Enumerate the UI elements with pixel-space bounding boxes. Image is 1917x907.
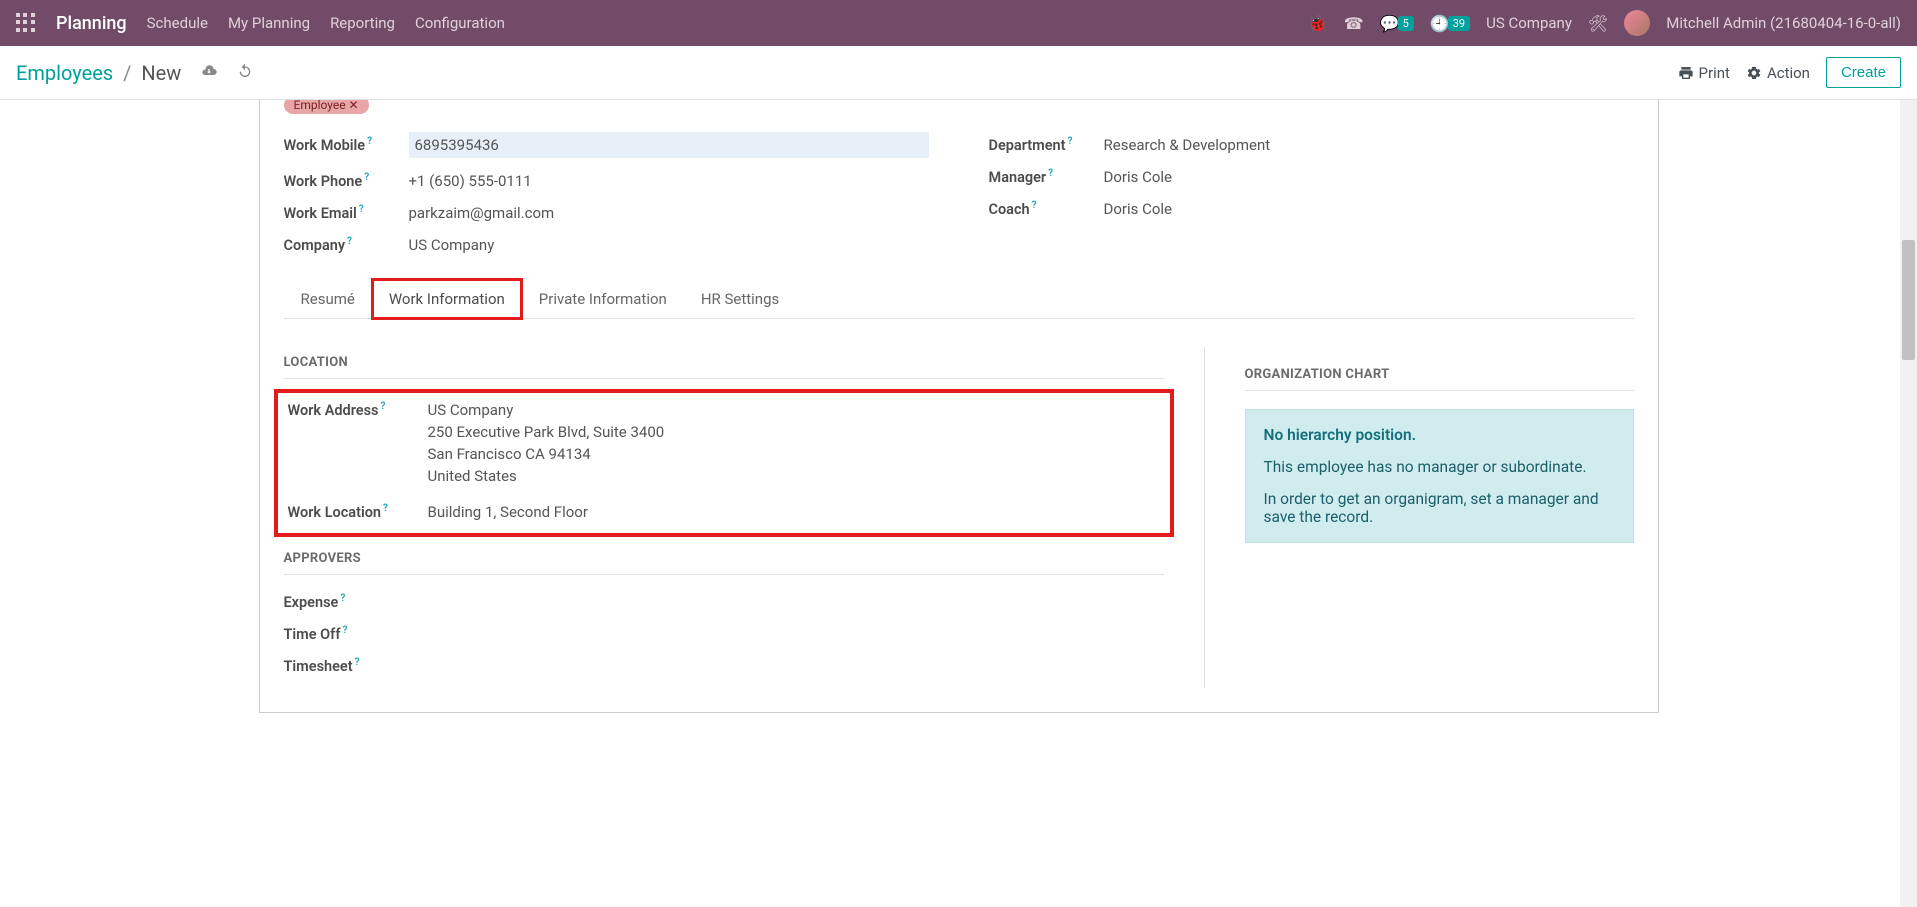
help-icon[interactable]: ?: [381, 401, 386, 412]
coach-value[interactable]: Doris Cole: [1104, 200, 1634, 218]
work-mobile-label: Work Mobile?: [284, 136, 409, 154]
nav-schedule[interactable]: Schedule: [147, 14, 208, 32]
tab-hr-settings[interactable]: HR Settings: [684, 279, 796, 319]
company-label: Company?: [284, 236, 409, 254]
help-icon[interactable]: ?: [340, 593, 345, 604]
help-icon[interactable]: ?: [355, 657, 360, 668]
work-phone-value[interactable]: +1 (650) 555-0111: [409, 172, 929, 190]
org-chart-info: No hierarchy position. This employee has…: [1245, 409, 1634, 543]
help-icon[interactable]: ?: [343, 625, 348, 636]
tools-icon[interactable]: 🛠: [1588, 14, 1608, 33]
apps-icon[interactable]: [16, 13, 36, 33]
coach-label: Coach?: [989, 200, 1104, 218]
manager-value[interactable]: Doris Cole: [1104, 168, 1634, 186]
work-email-value[interactable]: parkzaim@gmail.com: [409, 204, 929, 222]
timesheet-label: Timesheet?: [284, 657, 409, 675]
work-location-value[interactable]: Building 1, Second Floor: [428, 503, 1160, 521]
tab-resume[interactable]: Resumé: [284, 279, 372, 319]
scrollbar-thumb[interactable]: [1902, 240, 1915, 360]
tab-private-information[interactable]: Private Information: [522, 279, 684, 319]
gear-icon: [1746, 65, 1762, 81]
create-button[interactable]: Create: [1826, 57, 1901, 88]
nav-reporting[interactable]: Reporting: [330, 14, 395, 32]
support-icon[interactable]: ☎: [1344, 14, 1364, 33]
clock-badge: 39: [1448, 16, 1470, 31]
company-value[interactable]: US Company: [409, 236, 929, 254]
help-icon[interactable]: ?: [347, 236, 352, 247]
breadcrumb-parent[interactable]: Employees: [16, 61, 113, 85]
help-icon[interactable]: ?: [1032, 200, 1037, 211]
print-button[interactable]: Print: [1678, 64, 1730, 82]
work-phone-label: Work Phone?: [284, 172, 409, 190]
department-label: Department?: [989, 136, 1104, 154]
top-nav: Planning Schedule My Planning Reporting …: [0, 0, 1917, 46]
employee-pill[interactable]: Employee ✕: [284, 100, 369, 114]
company-switcher[interactable]: US Company: [1486, 14, 1572, 32]
nav-brand[interactable]: Planning: [56, 13, 127, 34]
section-approvers: APPROVERS: [284, 551, 1164, 575]
scrollbar[interactable]: [1900, 100, 1917, 907]
help-icon[interactable]: ?: [1048, 168, 1053, 179]
messages-badge: 5: [1398, 16, 1414, 31]
cloud-save-icon[interactable]: [201, 63, 217, 83]
user-menu[interactable]: Mitchell Admin (21680404-16-0-all): [1666, 14, 1901, 32]
help-icon[interactable]: ?: [1068, 136, 1073, 147]
messages-icon[interactable]: 💬5: [1380, 14, 1414, 33]
breadcrumb-sep: /: [123, 61, 131, 85]
location-highlight-box: Work Address? US Company 250 Executive P…: [274, 389, 1174, 537]
main-scroll[interactable]: Employee ✕ Work Mobile? 6895395436 Work …: [0, 100, 1917, 907]
tab-work-information[interactable]: Work Information: [372, 279, 522, 319]
work-location-label: Work Location?: [288, 503, 428, 521]
clock-icon[interactable]: 🕘39: [1430, 14, 1470, 33]
work-address-label: Work Address?: [288, 401, 428, 419]
department-value[interactable]: Research & Development: [1104, 136, 1634, 154]
control-panel: Employees / New Print Action Create: [0, 46, 1917, 100]
discard-icon[interactable]: [237, 63, 253, 83]
help-icon[interactable]: ?: [367, 136, 372, 147]
work-mobile-value[interactable]: 6895395436: [409, 132, 929, 158]
section-org-chart: ORGANIZATION CHART: [1245, 367, 1634, 391]
nav-my-planning[interactable]: My Planning: [228, 14, 310, 32]
expense-label: Expense?: [284, 593, 409, 611]
help-icon[interactable]: ?: [364, 172, 369, 183]
tabs: Resumé Work Information Private Informat…: [284, 278, 1634, 319]
section-location: LOCATION: [284, 355, 1164, 379]
action-button[interactable]: Action: [1746, 64, 1810, 82]
print-icon: [1678, 65, 1694, 81]
work-address-value[interactable]: US Company 250 Executive Park Blvd, Suit…: [428, 401, 1160, 489]
avatar[interactable]: [1624, 10, 1650, 36]
manager-label: Manager?: [989, 168, 1104, 186]
timeoff-label: Time Off?: [284, 625, 409, 643]
form-sheet: Employee ✕ Work Mobile? 6895395436 Work …: [259, 100, 1659, 713]
work-email-label: Work Email?: [284, 204, 409, 222]
help-icon[interactable]: ?: [359, 204, 364, 215]
breadcrumb-current: New: [141, 61, 181, 85]
nav-configuration[interactable]: Configuration: [415, 14, 505, 32]
bug-icon[interactable]: 🐞: [1308, 14, 1328, 33]
breadcrumb: Employees / New: [16, 61, 253, 85]
help-icon[interactable]: ?: [383, 503, 388, 514]
